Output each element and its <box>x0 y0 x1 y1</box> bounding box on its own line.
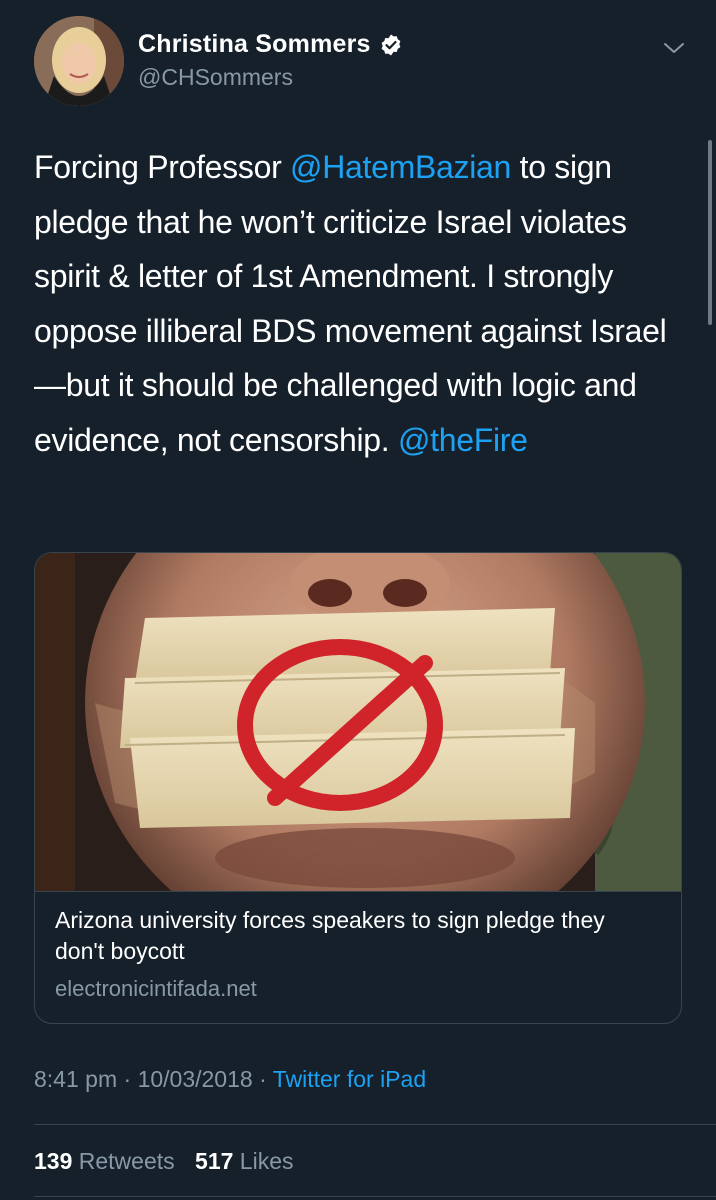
card-image[interactable] <box>35 553 681 891</box>
mention-link[interactable]: @HatemBazian <box>290 149 511 185</box>
tweet-date[interactable]: 10/03/2018 <box>138 1066 253 1092</box>
tweet-header: Christina Sommers @CHSommers <box>34 16 694 108</box>
user-handle[interactable]: @CHSommers <box>138 64 293 91</box>
retweets-stat[interactable]: 139 Retweets <box>34 1148 175 1174</box>
divider <box>34 1124 716 1125</box>
tweet-text-segment: Forcing Professor <box>34 149 291 185</box>
tweet-text-segment: to sign pledge that he won’t criticize I… <box>34 149 667 458</box>
verified-badge-icon <box>379 33 403 57</box>
scrollbar[interactable] <box>708 140 712 325</box>
likes-count: 517 <box>195 1148 234 1174</box>
tweet-text: Forcing Professor @HatemBazian to sign p… <box>34 140 684 467</box>
likes-stat[interactable]: 517 Likes <box>195 1148 293 1174</box>
card-title[interactable]: Arizona university forces speakers to si… <box>55 905 655 967</box>
retweets-label: Retweets <box>78 1148 175 1174</box>
likes-label: Likes <box>239 1148 294 1174</box>
link-preview-card[interactable]: Arizona university forces speakers to si… <box>34 552 682 1024</box>
tweet-time[interactable]: 8:41 pm <box>34 1066 117 1092</box>
tweet-meta: 8:41 pm · 10/03/2018 · Twitter for iPad <box>34 1066 426 1093</box>
divider <box>34 1196 716 1197</box>
card-domain: electronicintifada.net <box>55 976 257 1001</box>
display-name[interactable]: Christina Sommers <box>138 30 371 59</box>
meta-separator: · <box>117 1066 138 1092</box>
tweet-source-link[interactable]: Twitter for iPad <box>273 1066 426 1092</box>
meta-separator: · <box>252 1066 273 1092</box>
avatar[interactable] <box>34 16 124 106</box>
retweets-count: 139 <box>34 1148 73 1174</box>
card-divider <box>35 891 681 892</box>
engagement-stats: 139 Retweets 517 Likes <box>34 1148 294 1175</box>
chevron-down-icon[interactable] <box>660 38 688 58</box>
mention-link[interactable]: @theFire <box>398 422 528 458</box>
